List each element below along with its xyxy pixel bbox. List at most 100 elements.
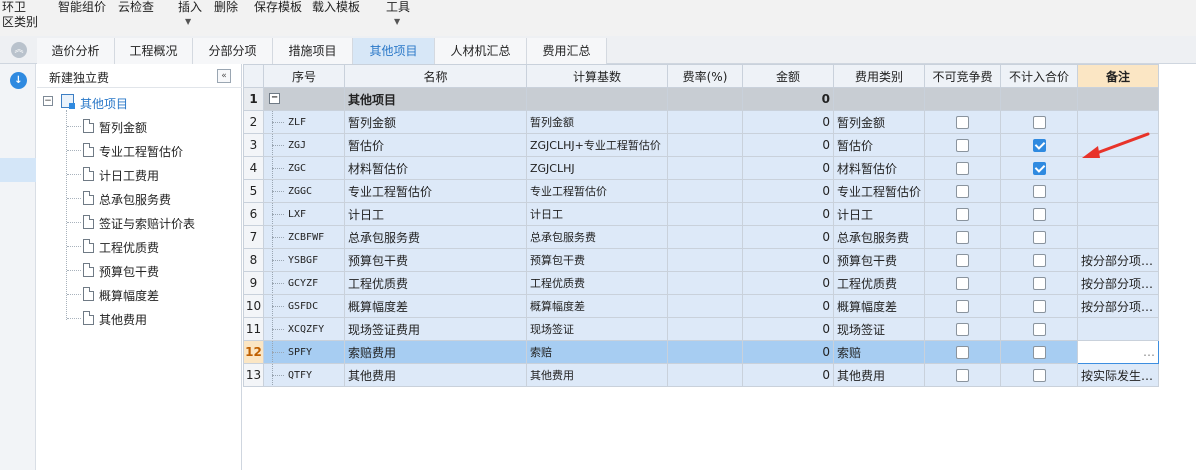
cell-exclude-total[interactable] bbox=[1000, 225, 1078, 249]
cell-note[interactable]: … bbox=[1077, 340, 1159, 364]
tree-item-daywork[interactable]: 计日工费用 bbox=[67, 165, 237, 185]
cell-base[interactable]: 总承包服务费 bbox=[526, 225, 668, 249]
cell-rate[interactable] bbox=[667, 87, 743, 111]
cell-note[interactable]: 按实际发生… bbox=[1077, 363, 1159, 387]
cell-category[interactable]: 预算包干费 bbox=[833, 248, 925, 272]
cell-code[interactable]: GSFDC bbox=[263, 294, 345, 318]
cell-exclude-total[interactable] bbox=[1000, 248, 1078, 272]
row-number[interactable]: 13 bbox=[243, 363, 264, 387]
cell-code[interactable]: YSBGF bbox=[263, 248, 345, 272]
cell-name[interactable]: 概算幅度差 bbox=[344, 294, 527, 318]
cell-category[interactable]: 专业工程暂估价 bbox=[833, 179, 925, 203]
tree-item-general-contract-service[interactable]: 总承包服务费 bbox=[67, 189, 237, 209]
cell-category[interactable]: 其他费用 bbox=[833, 363, 925, 387]
checkbox-checked[interactable] bbox=[1032, 162, 1046, 175]
checkbox[interactable] bbox=[956, 277, 969, 290]
cell-category[interactable]: 工程优质费 bbox=[833, 271, 925, 295]
cell-code[interactable]: XCQZFY bbox=[263, 317, 345, 341]
cell-exclude-total[interactable] bbox=[1000, 294, 1078, 318]
checkbox[interactable] bbox=[956, 254, 969, 267]
cell-exclude-total[interactable] bbox=[1000, 340, 1078, 364]
cell-amount[interactable]: 0 bbox=[742, 271, 834, 295]
cell-exclude-total[interactable] bbox=[1000, 363, 1078, 387]
cell-rate[interactable] bbox=[667, 317, 743, 341]
tree-collapse-toggle-icon[interactable]: − bbox=[43, 96, 53, 106]
tree-item-budget-lump-sum[interactable]: 预算包干费 bbox=[67, 261, 237, 281]
cell-exclude-total[interactable] bbox=[1000, 110, 1078, 134]
row-number[interactable]: 1 bbox=[243, 87, 264, 111]
cell-exclude-total[interactable] bbox=[1000, 271, 1078, 295]
collapse-panel-icon[interactable]: « bbox=[217, 69, 231, 83]
cell-exclude-total[interactable] bbox=[1000, 156, 1078, 180]
cell-code[interactable]: ZGGC bbox=[263, 179, 345, 203]
cell-noncompetitive[interactable] bbox=[924, 156, 1001, 180]
table-row[interactable]: 4 ZGC 材料暂估价 ZGJCLHJ 0 材料暂估价 bbox=[243, 156, 1159, 180]
cell-amount[interactable]: 0 bbox=[742, 294, 834, 318]
checkbox-checked[interactable] bbox=[1032, 139, 1046, 152]
tab-cost-analysis[interactable]: 造价分析 bbox=[37, 38, 115, 64]
cell-amount[interactable]: 0 bbox=[742, 225, 834, 249]
cell-name[interactable]: 暂估价 bbox=[344, 133, 527, 157]
cell-category[interactable] bbox=[833, 87, 925, 111]
table-row[interactable]: 9 GCYZF 工程优质费 工程优质费 0 工程优质费 按分部分项… bbox=[243, 271, 1159, 295]
tools-button[interactable]: 工具 bbox=[386, 0, 410, 14]
cell-rate[interactable] bbox=[667, 225, 743, 249]
cell-amount[interactable]: 0 bbox=[742, 133, 834, 157]
down-arrow-circle-icon[interactable]: ↓ bbox=[10, 72, 27, 89]
checkbox[interactable] bbox=[1032, 185, 1046, 198]
tree-item-provisional-sum[interactable]: 暂列金额 bbox=[67, 117, 237, 137]
cell-amount[interactable]: 0 bbox=[742, 87, 834, 111]
delete-button[interactable]: 删除 bbox=[214, 0, 238, 14]
table-row[interactable]: 2 ZLF 暂列金额 暂列金额 0 暂列金额 bbox=[243, 110, 1159, 134]
cell-name[interactable]: 工程优质费 bbox=[344, 271, 527, 295]
table-row[interactable]: 12 SPFY 索赔费用 索赔 0 索赔… bbox=[243, 340, 1159, 364]
cell-rate[interactable] bbox=[667, 363, 743, 387]
cell-noncompetitive[interactable] bbox=[924, 294, 1001, 318]
cell-base[interactable] bbox=[526, 87, 668, 111]
row-number[interactable]: 11 bbox=[243, 317, 264, 341]
cell-name[interactable]: 计日工 bbox=[344, 202, 527, 226]
column-header-rate[interactable]: 费率(%) bbox=[667, 64, 743, 88]
tab-fee-summary[interactable]: 费用汇总 bbox=[527, 38, 607, 64]
tab-labor-material-summary[interactable]: 人材机汇总 bbox=[435, 38, 527, 64]
table-row[interactable]: 10 GSFDC 概算幅度差 概算幅度差 0 概算幅度差 按分部分项… bbox=[243, 294, 1159, 318]
row-number[interactable]: 5 bbox=[243, 179, 264, 203]
cell-noncompetitive[interactable] bbox=[924, 248, 1001, 272]
cell-name[interactable]: 专业工程暂估价 bbox=[344, 179, 527, 203]
rail-highlight[interactable] bbox=[0, 158, 36, 182]
cell-name[interactable]: 其他费用 bbox=[344, 363, 527, 387]
double-chevron-up-icon[interactable]: ︽ bbox=[11, 42, 27, 58]
cell-base[interactable]: 其他费用 bbox=[526, 363, 668, 387]
checkbox[interactable] bbox=[1032, 116, 1046, 129]
new-independent-fee-button[interactable]: 新建独立费 bbox=[49, 69, 109, 86]
tree-item-visa-claims[interactable]: 签证与索赔计价表 bbox=[67, 213, 237, 233]
cell-name[interactable]: 材料暂估价 bbox=[344, 156, 527, 180]
cell-rate[interactable] bbox=[667, 110, 743, 134]
tree-item-professional-estimate[interactable]: 专业工程暂估价 bbox=[67, 141, 237, 161]
cell-noncompetitive[interactable] bbox=[924, 225, 1001, 249]
cell-code[interactable]: ZGJ bbox=[263, 133, 345, 157]
cell-name[interactable]: 暂列金额 bbox=[344, 110, 527, 134]
tab-project-overview[interactable]: 工程概况 bbox=[115, 38, 193, 64]
row-number[interactable]: 4 bbox=[243, 156, 264, 180]
cell-noncompetitive[interactable] bbox=[924, 202, 1001, 226]
cell-noncompetitive[interactable] bbox=[924, 363, 1001, 387]
cell-name[interactable]: 总承包服务费 bbox=[344, 225, 527, 249]
cell-category[interactable]: 材料暂估价 bbox=[833, 156, 925, 180]
cell-amount[interactable]: 0 bbox=[742, 202, 834, 226]
cell-exclude-total[interactable] bbox=[1000, 133, 1078, 157]
table-row[interactable]: 11 XCQZFY 现场签证费用 现场签证 0 现场签证 bbox=[243, 317, 1159, 341]
cell-base[interactable]: 预算包干费 bbox=[526, 248, 668, 272]
cell-noncompetitive[interactable] bbox=[924, 317, 1001, 341]
cell-name[interactable]: 现场签证费用 bbox=[344, 317, 527, 341]
cell-code[interactable]: LXF bbox=[263, 202, 345, 226]
cell-category[interactable]: 总承包服务费 bbox=[833, 225, 925, 249]
cell-base[interactable]: 索赔 bbox=[526, 340, 668, 364]
group-collapse-icon[interactable]: − bbox=[269, 93, 280, 105]
cell-rate[interactable] bbox=[667, 179, 743, 203]
tree-item-quality-fee[interactable]: 工程优质费 bbox=[67, 237, 237, 257]
cell-amount[interactable]: 0 bbox=[742, 340, 834, 364]
checkbox[interactable] bbox=[956, 162, 969, 175]
cell-exclude-total[interactable] bbox=[1000, 202, 1078, 226]
cell-amount[interactable]: 0 bbox=[742, 317, 834, 341]
